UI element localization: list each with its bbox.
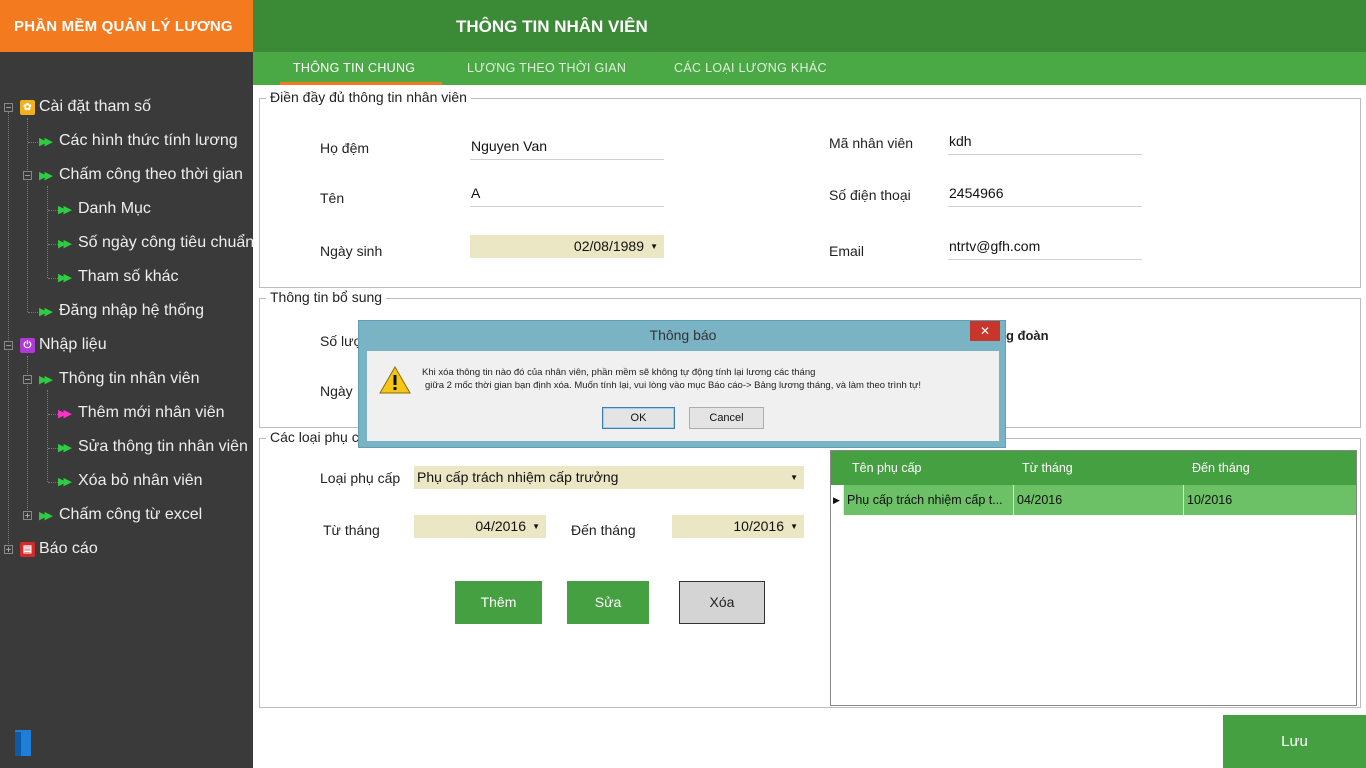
door-icon[interactable] bbox=[13, 728, 35, 758]
warning-icon bbox=[379, 366, 411, 394]
expand-toggle[interactable]: + bbox=[23, 511, 32, 520]
header: THÔNG TIN NHÂN VIÊN bbox=[253, 0, 1366, 52]
gear-icon: ✿ bbox=[20, 99, 35, 115]
loai-phu-cap-label: Loại phụ cấp bbox=[320, 470, 401, 486]
dropdown-icon: ▼ bbox=[650, 242, 658, 251]
arrow-icon: ▶▶ bbox=[39, 169, 53, 182]
column-header[interactable]: Tên phụ cấp bbox=[852, 461, 922, 475]
app-window: PHẦN MỀM QUẢN LÝ LƯƠNG − − − − + + ✿ Cài… bbox=[0, 0, 1366, 768]
arrow-icon: ▶▶ bbox=[39, 135, 53, 148]
report-icon: ▤ bbox=[20, 541, 35, 557]
ho-dem-label: Họ đệm bbox=[320, 140, 370, 156]
collapse-toggle[interactable]: − bbox=[4, 103, 13, 112]
sidebar-item-sua[interactable]: ▶▶ Sửa thông tin nhân viên bbox=[58, 435, 248, 459]
arrow-icon: ▶▶ bbox=[58, 441, 72, 454]
ho-dem-field[interactable]: Nguyen Van bbox=[470, 135, 664, 160]
save-button[interactable]: Lưu bbox=[1223, 715, 1366, 768]
power-icon: ⏻ bbox=[20, 337, 35, 353]
dropdown-icon: ▼ bbox=[790, 473, 798, 482]
collapse-toggle[interactable]: − bbox=[23, 375, 32, 384]
sidebar-item-nhap-lieu[interactable]: ⏻ Nhập liệu bbox=[20, 333, 107, 357]
message-dialog: Thông báo ✕ Khi xóa thông tin nào đó của… bbox=[358, 320, 1006, 448]
column-header[interactable]: Từ tháng bbox=[1022, 461, 1073, 475]
group-title: Thông tin bổ sung bbox=[266, 289, 387, 305]
ten-label: Tên bbox=[320, 190, 345, 206]
loai-phu-cap-select[interactable]: Phụ cấp trách nhiệm cấp trưởng ▼ bbox=[414, 466, 804, 489]
sidebar-item-excel[interactable]: ▶▶ Chấm công từ excel bbox=[39, 503, 202, 527]
ngay-sinh-picker[interactable]: 02/08/1989 ▼ bbox=[470, 235, 664, 258]
tab-thong-tin-chung[interactable]: THÔNG TIN CHUNG bbox=[280, 52, 442, 85]
ngay-label: Ngày bbox=[320, 383, 353, 399]
sidebar-item-them-moi[interactable]: ▶▶ Thêm mới nhân viên bbox=[58, 401, 225, 425]
ok-button[interactable]: OK bbox=[602, 407, 675, 429]
dialog-body: Khi xóa thông tin nào đó của nhân viên, … bbox=[367, 351, 999, 441]
arrow-icon: ▶▶ bbox=[58, 407, 72, 420]
page-title: THÔNG TIN NHÂN VIÊN bbox=[456, 17, 648, 36]
sidebar-item-bao-cao[interactable]: ▤ Báo cáo bbox=[20, 537, 98, 561]
email-field[interactable]: ntrtv@gfh.com bbox=[948, 235, 1142, 260]
ten-field[interactable]: A bbox=[470, 182, 664, 207]
sidebar-item-tham-so-khac[interactable]: ▶▶ Tham số khác bbox=[58, 265, 178, 289]
ngay-sinh-label: Ngày sinh bbox=[320, 243, 383, 259]
ma-nv-field[interactable]: kdh bbox=[948, 130, 1142, 155]
arrow-icon: ▶▶ bbox=[39, 305, 53, 318]
arrow-icon: ▶▶ bbox=[39, 509, 53, 522]
sdt-label: Số điện thoại bbox=[829, 187, 911, 203]
sidebar-item-so-ngay-cong[interactable]: ▶▶ Số ngày công tiêu chuẩn bbox=[58, 231, 254, 255]
table-cell[interactable]: Phụ cấp trách nhiệm cấp t... bbox=[844, 485, 1014, 515]
close-button[interactable]: ✕ bbox=[970, 321, 1000, 341]
app-title: PHẦN MỀM QUẢN LÝ LƯƠNG bbox=[0, 0, 253, 52]
arrow-icon: ▶▶ bbox=[58, 475, 72, 488]
table-cell[interactable]: 10/2016 bbox=[1184, 485, 1356, 515]
sidebar-item-dang-nhap[interactable]: ▶▶ Đăng nhập hệ thống bbox=[39, 299, 204, 323]
so-luong-label: Số lượ bbox=[320, 333, 363, 349]
edit-button[interactable]: Sửa bbox=[567, 581, 649, 624]
email-label: Email bbox=[829, 243, 865, 259]
arrow-icon: ▶▶ bbox=[58, 271, 72, 284]
sidebar-item-hinh-thuc[interactable]: ▶▶ Các hình thức tính lương bbox=[39, 129, 238, 153]
tu-thang-label: Từ tháng bbox=[323, 522, 380, 538]
den-thang-picker[interactable]: 10/2016 ▼ bbox=[672, 515, 804, 538]
sidebar-item-xoa[interactable]: ▶▶ Xóa bỏ nhân viên bbox=[58, 469, 203, 493]
table-row[interactable]: ▶ Phụ cấp trách nhiệm cấp t... 04/2016 1… bbox=[831, 485, 1356, 515]
sdt-field[interactable]: 2454966 bbox=[948, 182, 1142, 207]
add-button[interactable]: Thêm bbox=[455, 581, 542, 624]
sidebar-item-danh-muc[interactable]: ▶▶ Danh Mục bbox=[58, 197, 151, 221]
arrow-icon: ▶▶ bbox=[58, 203, 72, 216]
tab-luong-thoi-gian[interactable]: LƯƠNG THEO THỜI GIAN bbox=[467, 52, 626, 85]
arrow-icon: ▶▶ bbox=[39, 373, 53, 386]
expand-toggle[interactable]: + bbox=[4, 545, 13, 554]
collapse-toggle[interactable]: − bbox=[23, 171, 32, 180]
group-title: Điền đầy đủ thông tin nhân viên bbox=[266, 89, 471, 105]
tu-thang-picker[interactable]: 04/2016 ▼ bbox=[414, 515, 546, 538]
cancel-button[interactable]: Cancel bbox=[689, 407, 764, 429]
dropdown-icon: ▼ bbox=[532, 522, 540, 531]
dropdown-icon: ▼ bbox=[790, 522, 798, 531]
row-selector-icon: ▶ bbox=[831, 485, 844, 515]
sidebar: PHẦN MỀM QUẢN LÝ LƯƠNG − − − − + + ✿ Cài… bbox=[0, 0, 254, 768]
employee-info-group: Điền đầy đủ thông tin nhân viên bbox=[259, 89, 1361, 288]
column-header[interactable]: Đến tháng bbox=[1192, 461, 1250, 475]
dialog-message: Khi xóa thông tin nào đó của nhân viên, … bbox=[422, 367, 816, 378]
table-cell[interactable]: 04/2016 bbox=[1014, 485, 1184, 515]
dialog-message: giữa 2 mốc thời gian bạn định xóa. Muốn … bbox=[425, 380, 922, 391]
sidebar-item-thong-tin-nv[interactable]: ▶▶ Thông tin nhân viên bbox=[39, 367, 200, 391]
den-thang-label: Đến tháng bbox=[571, 522, 636, 538]
allowance-grid: Tên phụ cấp Từ tháng Đến tháng ▶ Phụ cấp… bbox=[830, 450, 1357, 706]
grid-header: Tên phụ cấp Từ tháng Đến tháng bbox=[831, 451, 1356, 485]
tab-luong-khac[interactable]: CÁC LOẠI LƯƠNG KHÁC bbox=[674, 52, 827, 85]
delete-button[interactable]: Xóa bbox=[679, 581, 765, 624]
sidebar-item-cai-dat[interactable]: ✿ Cài đặt tham số bbox=[20, 95, 151, 119]
dialog-title: Thông báo bbox=[649, 327, 717, 343]
sidebar-item-cham-cong[interactable]: ▶▶ Chấm công theo thời gian bbox=[39, 163, 243, 187]
tab-bar: THÔNG TIN CHUNG LƯƠNG THEO THỜI GIAN CÁC… bbox=[253, 52, 1366, 85]
group-title: Các loại phụ c bbox=[266, 429, 363, 445]
arrow-icon: ▶▶ bbox=[58, 237, 72, 250]
collapse-toggle[interactable]: − bbox=[4, 341, 13, 350]
ma-nv-label: Mã nhân viên bbox=[829, 135, 914, 151]
cong-doan-label: g đoàn bbox=[1006, 328, 1049, 343]
